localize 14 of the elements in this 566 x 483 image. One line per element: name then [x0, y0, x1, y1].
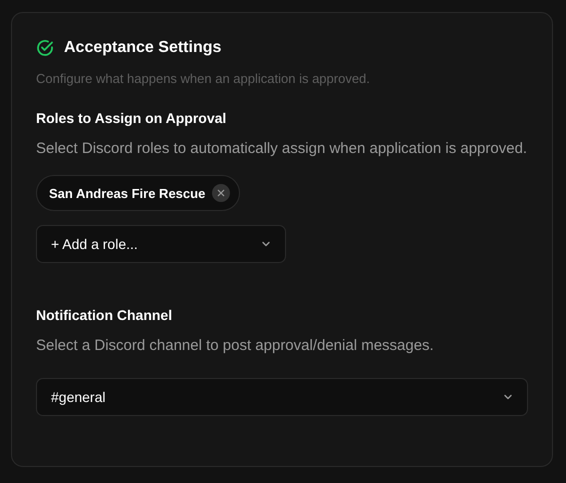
section-heading: Notification Channel [36, 307, 174, 323]
section-heading: Roles to Assign on Approval [36, 110, 228, 126]
remove-button[interactable] [212, 184, 230, 202]
section-description: Select a Discord channel to post approval/denial messages. [36, 336, 435, 356]
chevron-down-icon [261, 239, 271, 249]
card-title: Acceptance Settings [64, 39, 222, 57]
chevron-down-icon [503, 392, 513, 402]
channel-dropdown[interactable]: #general [36, 378, 528, 416]
chip-label: San Andreas Fire Rescue [49, 186, 206, 200]
check-circle-icon [36, 39, 54, 57]
section-description: Select Discord roles to automatically assign when application is approved. [36, 139, 528, 159]
close-icon [217, 189, 226, 197]
card-subtitle: Configure what happens when an application is approved. [36, 71, 371, 86]
role-dropdown[interactable]: + Add a role... [36, 225, 286, 263]
